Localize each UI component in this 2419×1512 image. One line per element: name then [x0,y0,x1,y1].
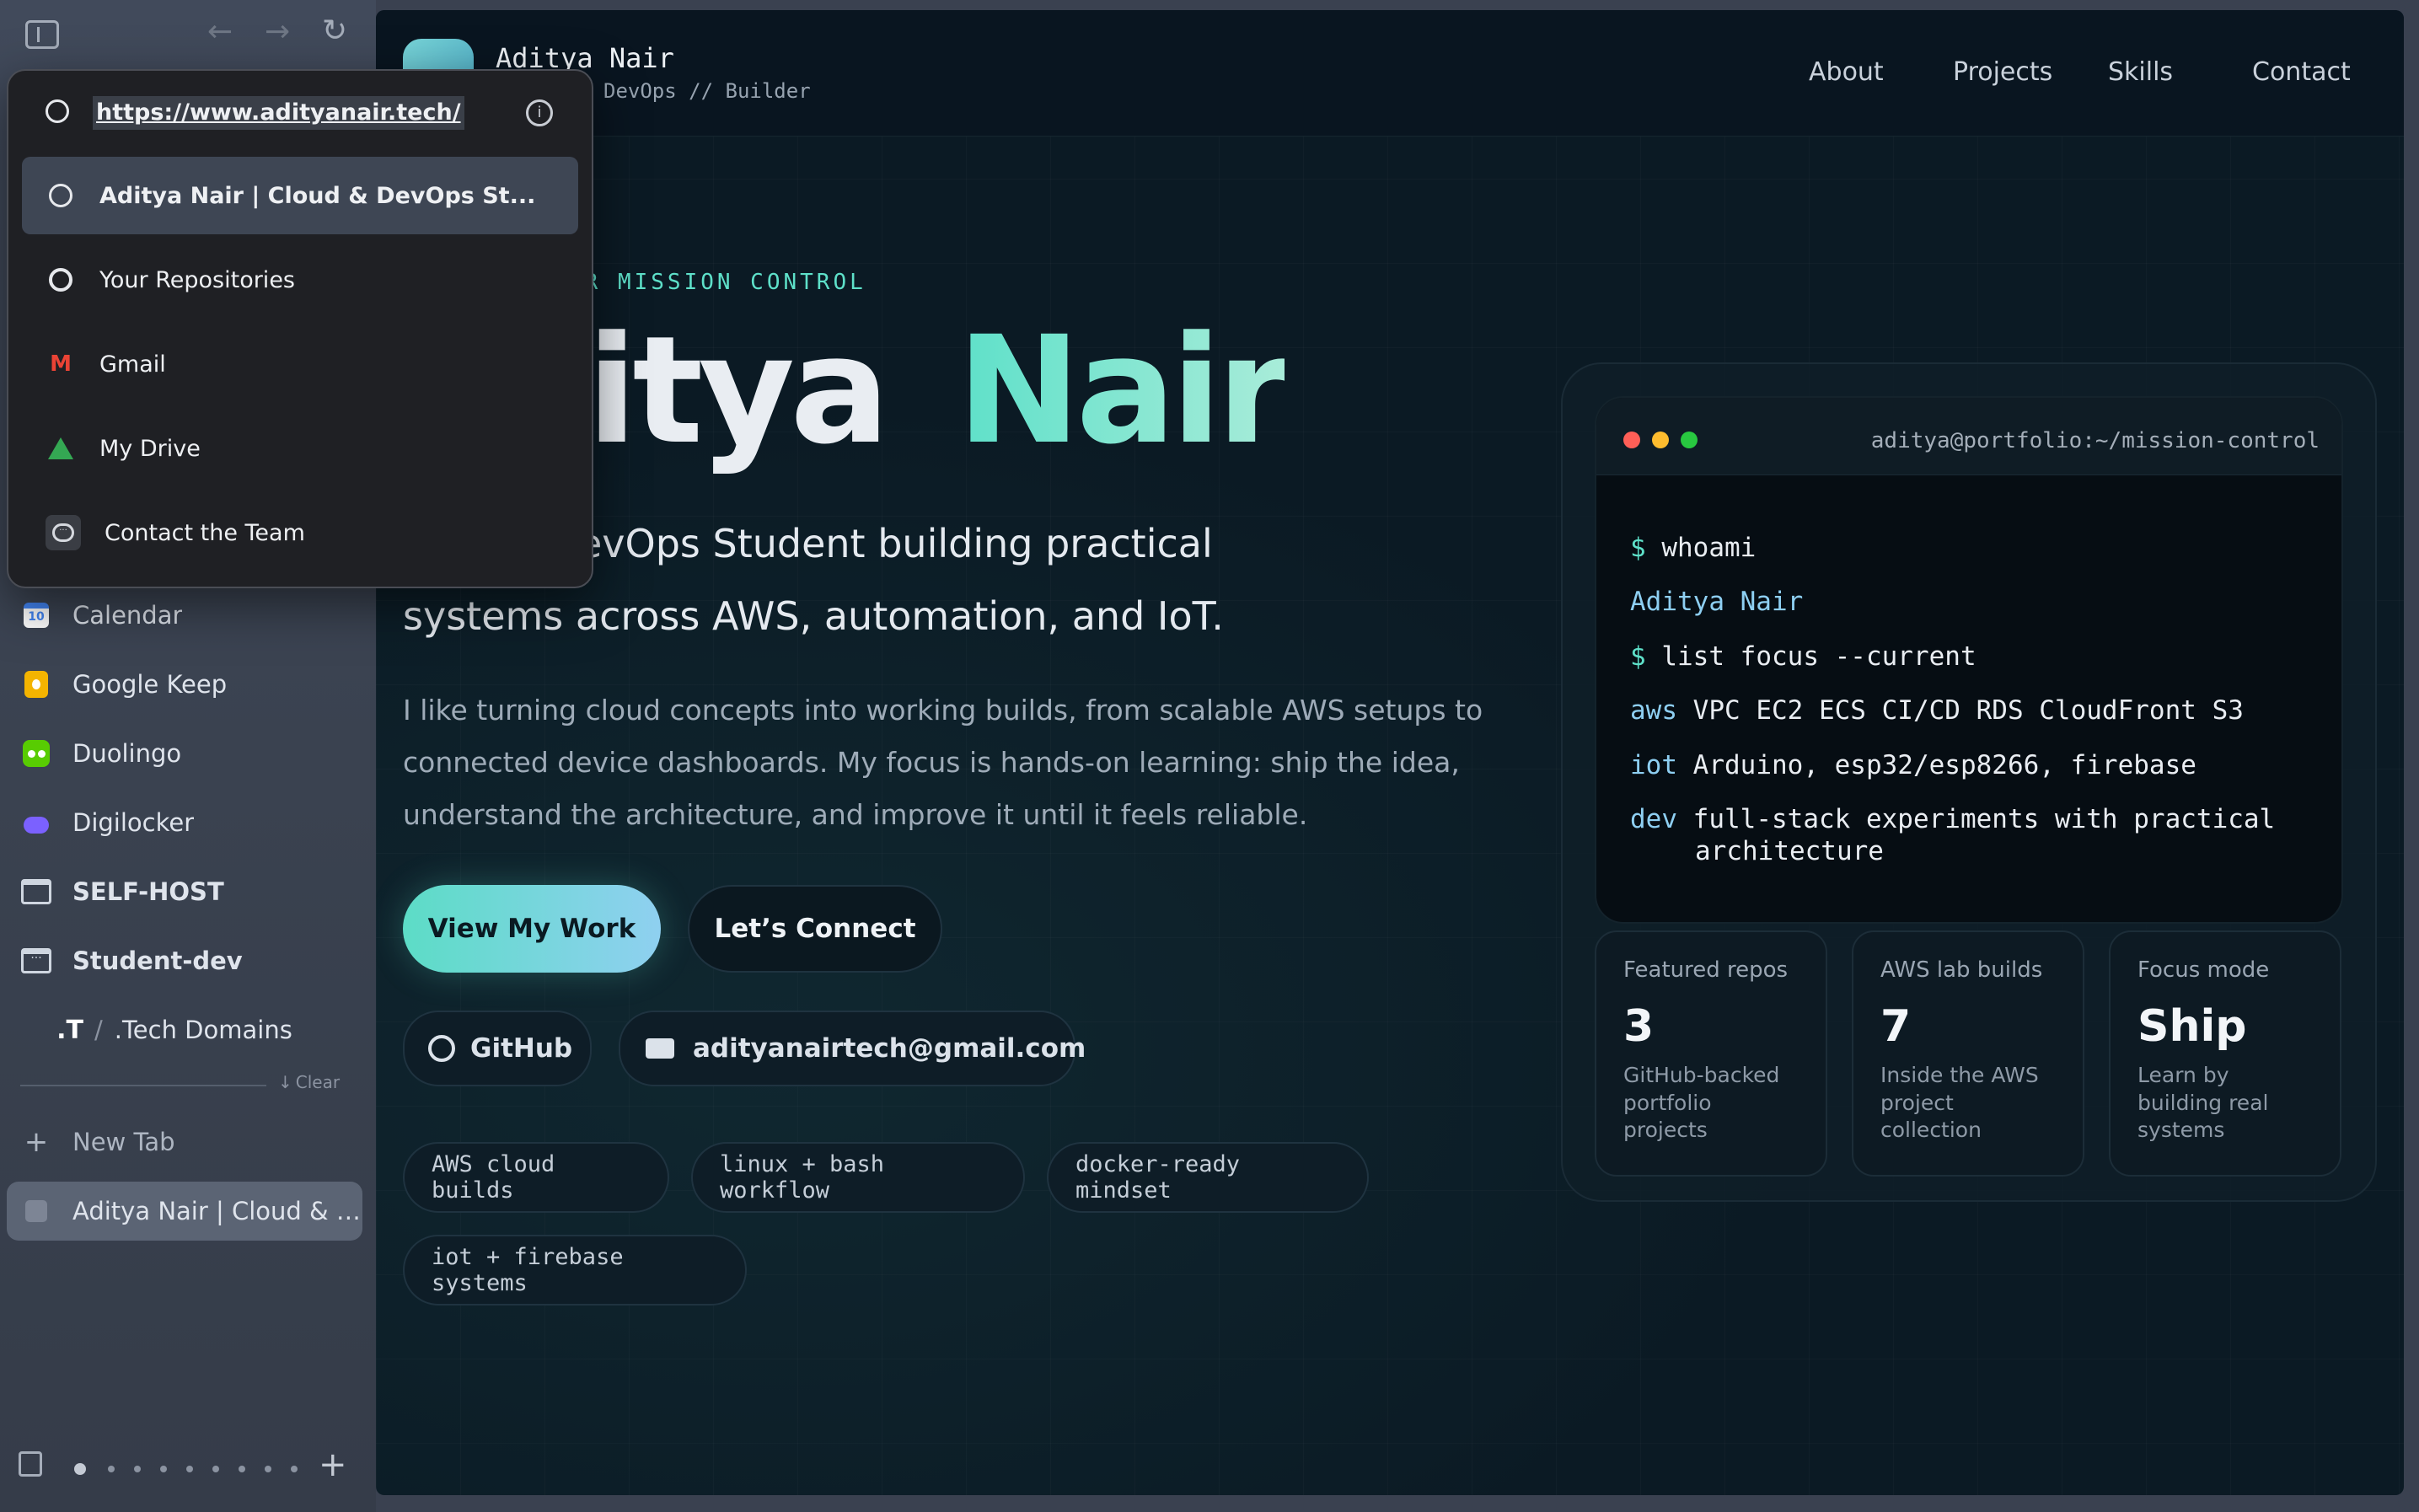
terminal-line: dev full-stack experiments with practica… [1630,804,2276,834]
skill-tag: AWS cloud builds [403,1142,669,1213]
terminal-line: architecture [1695,836,1884,866]
tab-favicon-icon [20,1195,52,1227]
web-page: Aditya Nair DevOps // Builder About Proj… [376,10,2404,1495]
terminal-line: aws VPC EC2 ECS CI/CD RDS CloudFront S3 [1630,695,2244,726]
drive-icon [46,433,76,464]
archive-icon[interactable] [19,1451,42,1477]
back-icon[interactable]: ← [207,17,233,47]
divider [20,1085,266,1086]
space-dot[interactable] [291,1466,298,1472]
nav-skills[interactable]: Skills [2108,57,2173,87]
skill-tag: linux + bash workflow [691,1142,1025,1213]
view-my-work-button[interactable]: View My Work [403,885,661,973]
sidebar-item-label: Digilocker [72,808,195,837]
clear-tabs-button[interactable]: ↓ Clear [278,1072,340,1092]
github-link[interactable]: GitHub [403,1011,592,1086]
active-tab[interactable]: Aditya Nair | Cloud & De... [7,1182,362,1241]
space-dot[interactable] [265,1466,271,1472]
nav-projects[interactable]: Projects [1953,57,2052,87]
terminal-line: iot Arduino, esp32/esp8266, firebase [1630,750,2196,780]
site-header: Aditya Nair DevOps // Builder About Proj… [376,10,2404,137]
stat-card-aws-lab-builds: AWS lab builds 7 Inside the AWS project … [1852,930,2084,1177]
terminal-line: $ list focus --current [1630,641,1976,672]
skill-tag: iot + firebase systems [403,1235,747,1306]
sidebar-item-label: Google Keep [72,670,228,699]
folder-open-icon: ··· [20,945,52,977]
site-info-icon[interactable]: i [526,99,553,126]
close-dot-icon[interactable] [1623,432,1640,448]
globe-icon [46,99,69,123]
sidebar-item-label: .Tech Domains [114,1016,292,1044]
sidebar-folder-student-dev[interactable]: ··· Student-dev [7,931,362,990]
nav-about[interactable]: About [1809,57,1884,87]
new-tab-button[interactable]: + New Tab [7,1113,362,1172]
stat-card-featured-repos: Featured repos 3 GitHub-backed portfolio… [1595,930,1827,1177]
space-dot[interactable] [160,1466,167,1472]
space-dot[interactable] [134,1466,141,1472]
sidebar-item-tech-domains[interactable]: .T / .Tech Domains [40,1000,362,1059]
mail-icon [646,1038,674,1059]
email-link[interactable]: adityanairtech@gmail.com [619,1011,1086,1086]
github-icon [428,1035,455,1062]
terminal-titlebar: aditya@portfolio:~/mission-control [1596,398,2341,475]
hero-subtitle-2: systems across AWS, automation, and IoT. [403,593,1224,639]
space-dot[interactable] [108,1466,115,1472]
suggestion-item[interactable]: Your Repositories [22,241,578,319]
sidebar-item-label: Duolingo [72,739,182,768]
hero-eyebrow: ER MISSION CONTROL [568,270,866,295]
space-dot[interactable] [186,1466,193,1472]
globe-icon [46,180,76,211]
suggestion-item[interactable]: ··· Contact the Team [22,494,578,571]
calendar-icon: 10 [20,599,52,631]
lets-connect-button[interactable]: Let’s Connect [688,885,942,973]
chat-icon: ··· [46,515,81,550]
maximize-dot-icon[interactable] [1681,432,1698,448]
sidebar-folder-self-host[interactable]: SELF-HOST [7,862,362,921]
cloud-icon [20,807,52,839]
brand-subtitle: DevOps // Builder [603,79,811,103]
terminal-title: aditya@portfolio:~/mission-control [1870,428,2320,453]
github-icon [46,265,76,295]
keep-icon [20,668,52,700]
nav-contact[interactable]: Contact [2252,57,2351,87]
arrow-down-icon: ↓ [278,1072,292,1092]
space-dot[interactable] [212,1466,219,1472]
terminal-line: Aditya Nair [1630,587,1804,617]
url-input[interactable]: https://www.adityanair.tech/ [93,96,464,130]
forward-icon[interactable]: → [265,17,290,47]
stat-card-focus-mode: Focus mode Ship Learn by building real s… [2109,930,2341,1177]
sidebar-item-google-keep[interactable]: Google Keep [7,655,362,714]
suggestion-item[interactable]: My Drive [22,410,578,487]
address-bar-dropdown: https://www.adityanair.tech/ i Aditya Na… [7,69,593,588]
duolingo-icon [20,737,52,769]
space-dot[interactable] [239,1466,245,1472]
hero-title: itya Nair [587,304,1290,477]
skill-tag: docker-ready mindset [1047,1142,1369,1213]
suggestion-item[interactable]: Aditya Nair | Cloud & DevOps St... [22,157,578,234]
terminal-window: aditya@portfolio:~/mission-control $ who… [1595,396,2343,924]
toggle-sidebar-icon[interactable] [25,20,59,49]
minimize-dot-icon[interactable] [1652,432,1669,448]
add-space-icon[interactable]: + [319,1448,347,1482]
sidebar-item-calendar[interactable]: 10 Calendar [7,586,362,645]
sidebar-item-digilocker[interactable]: Digilocker [7,793,362,852]
suggestion-item[interactable]: M Gmail [22,325,578,403]
reload-icon[interactable]: ↻ [322,16,347,46]
terminal-line: $ whoami [1630,533,1757,563]
folder-icon [20,876,52,908]
hero-subtitle: evOps Student building practical [578,521,1213,566]
sidebar-item-label: Student-dev [72,946,243,975]
sidebar-item-label: SELF-HOST [72,877,224,906]
gmail-icon: M [50,351,72,377]
tech-icon: .T [56,1015,83,1045]
space-dot-active[interactable] [74,1463,86,1475]
plus-icon: + [24,1125,49,1159]
hero-intro: I like turning cloud concepts into worki… [403,694,1483,831]
sidebar-item-duolingo[interactable]: Duolingo [7,724,362,783]
sidebar-item-label: Calendar [72,601,183,630]
